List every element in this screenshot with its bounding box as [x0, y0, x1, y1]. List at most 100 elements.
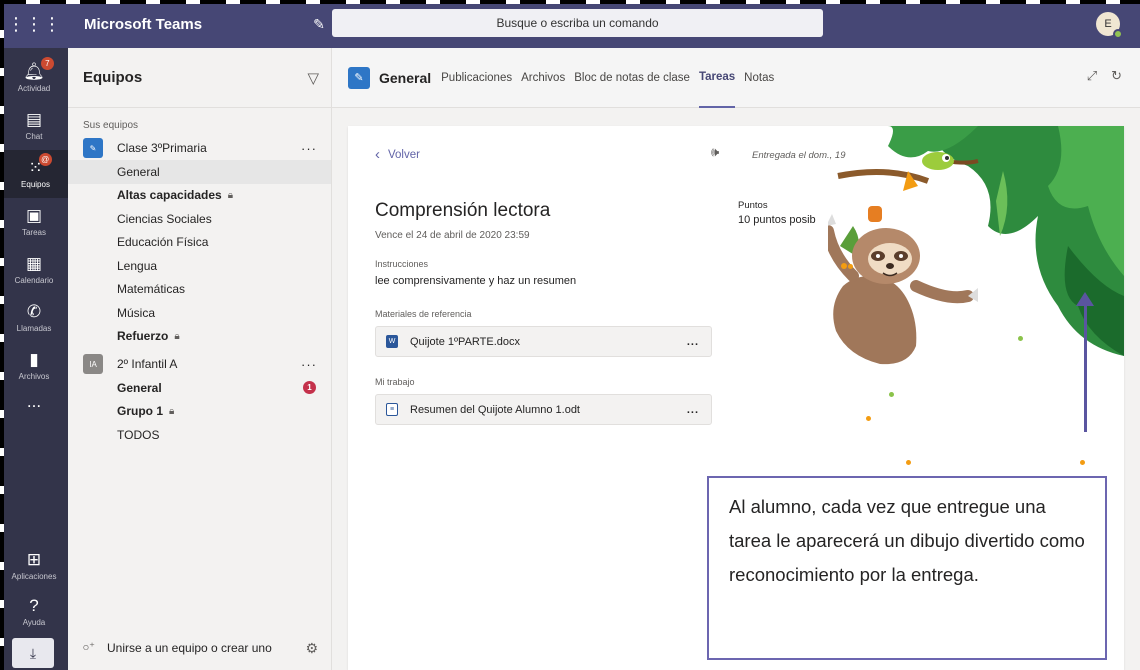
- appbar-label: Aplicaciones: [11, 572, 57, 581]
- teams-badge: @: [38, 153, 52, 166]
- confetti-dot: [1080, 460, 1085, 465]
- team-name: Clase 3ºPrimaria: [117, 141, 207, 155]
- tab-tareas[interactable]: Tareas: [698, 48, 736, 108]
- word-doc-icon: W: [386, 335, 398, 348]
- more-icon: ...: [26, 392, 42, 411]
- team-row[interactable]: IA 2º Infantil A ···: [68, 352, 331, 376]
- channel-label: Altas capacidades: [117, 188, 222, 203]
- appbar-label: Ayuda: [22, 618, 46, 627]
- file-name: Resumen del Quijote Alumno 1.odt: [410, 403, 580, 416]
- annotation-callout: Al alumno, cada vez que entregue una tar…: [707, 476, 1107, 660]
- points-value: 10 puntos posib: [738, 214, 816, 226]
- more-options-icon[interactable]: ···: [301, 357, 317, 372]
- appbar-label: Chat: [25, 132, 43, 141]
- confetti-dot: [866, 416, 871, 421]
- channel-label: TODOS: [117, 427, 160, 442]
- reference-file[interactable]: W Quijote 1ºPARTE.docx ...: [375, 326, 712, 357]
- channel-item[interactable]: General 1: [68, 376, 331, 400]
- download-app-icon[interactable]: ⤓: [12, 638, 54, 668]
- immersive-reader-icon[interactable]: 🕪︎: [711, 144, 719, 160]
- team-logo-icon: ✎: [348, 66, 370, 89]
- assignments-icon: ▣: [25, 206, 43, 225]
- tab-publicaciones[interactable]: Publicaciones: [441, 48, 512, 108]
- lock-icon: 🔒︎: [174, 330, 180, 342]
- tab-notas[interactable]: Notas: [744, 48, 774, 108]
- instructions-label: Instrucciones: [375, 259, 429, 269]
- dashed-frame-left: [0, 0, 4, 670]
- search-input[interactable]: Busque o escriba un comando: [332, 9, 823, 37]
- compose-icon[interactable]: ✎: [308, 16, 330, 33]
- lock-icon: 🔒︎: [169, 405, 175, 417]
- team-row[interactable]: ✎ Clase 3ºPrimaria ···: [68, 136, 331, 160]
- more-options-icon[interactable]: ···: [301, 141, 317, 156]
- phone-icon: ✆: [26, 302, 42, 321]
- channel-item[interactable]: Refuerzo 🔒︎: [68, 325, 331, 349]
- dashed-frame-top: [0, 0, 1140, 4]
- join-label: Unirse a un equipo o crear uno: [106, 641, 272, 655]
- app-launcher-icon[interactable]: ⋮⋮⋮: [0, 0, 68, 48]
- channel-name: General: [379, 69, 432, 86]
- help-icon: ?: [29, 596, 39, 615]
- channel-item[interactable]: Altas capacidades 🔒︎: [68, 184, 331, 208]
- appbar-item-calendar[interactable]: ▦ Calendario: [0, 246, 68, 294]
- channel-label: Música: [117, 305, 156, 320]
- appbar-label: Tareas: [21, 228, 46, 237]
- teams-icon: ⁙ @: [28, 153, 52, 177]
- bell-icon: 🔔︎ 7: [23, 57, 54, 81]
- appbar-item-teams[interactable]: ⁙ @ Equipos: [0, 150, 68, 198]
- appbar-item-activity[interactable]: 🔔︎ 7 Actividad: [0, 54, 68, 102]
- app-title: Microsoft Teams: [84, 15, 203, 33]
- channel-item[interactable]: Música: [68, 301, 331, 325]
- due-date: Vence el 24 de abril de 2020 23:59: [375, 230, 530, 241]
- refresh-icon[interactable]: ↻: [1111, 68, 1122, 84]
- gear-icon[interactable]: ⚙︎: [305, 640, 318, 657]
- avatar-initial: E: [1104, 18, 1112, 30]
- assignment-title: Comprensión lectora: [375, 200, 551, 221]
- appbar-item-help[interactable]: ? Ayuda: [0, 588, 68, 636]
- confetti-dot: [848, 264, 853, 269]
- channel-label: General: [117, 164, 160, 179]
- channel-label: Matemáticas: [117, 282, 186, 297]
- channel-item[interactable]: Lengua: [68, 254, 331, 278]
- filter-icon[interactable]: ▽: [307, 69, 319, 87]
- reference-label: Materiales de referencia: [375, 309, 472, 319]
- files-icon: ▮: [29, 350, 39, 369]
- panel-title: Equipos: [83, 69, 143, 86]
- channel-label: Lengua: [117, 258, 158, 273]
- appbar-item-assignments[interactable]: ▣ Tareas: [0, 198, 68, 246]
- file-name: Quijote 1ºPARTE.docx: [410, 335, 520, 348]
- tab-archivos[interactable]: Archivos: [521, 48, 565, 108]
- document-icon: ≡: [386, 403, 398, 416]
- team-avatar: IA: [83, 354, 103, 374]
- team-name: 2º Infantil A: [117, 357, 178, 371]
- avatar[interactable]: E: [1096, 12, 1123, 39]
- apps-icon: ⊞: [26, 550, 42, 569]
- appbar-label: Actividad: [17, 84, 51, 93]
- work-file[interactable]: ≡ Resumen del Quijote Alumno 1.odt ...: [375, 394, 712, 425]
- appbar-item-more[interactable]: ...: [0, 378, 68, 426]
- appbar-item-calls[interactable]: ✆ Llamadas: [0, 294, 68, 342]
- expand-icon[interactable]: ⤢: [1087, 68, 1097, 84]
- channel-item[interactable]: General: [68, 160, 331, 184]
- activity-badge: 7: [40, 57, 54, 70]
- channel-item[interactable]: Ciencias Sociales: [68, 207, 331, 231]
- chevron-left-icon: ‹: [375, 146, 380, 163]
- channel-item[interactable]: TODOS: [68, 423, 331, 447]
- appbar-item-chat[interactable]: ▤ Chat: [0, 102, 68, 150]
- appbar-item-apps[interactable]: ⊞ Aplicaciones: [0, 542, 68, 590]
- channel-item[interactable]: Educación Física: [68, 231, 331, 255]
- instructions-text: lee comprensivamente y haz un resumen: [375, 275, 577, 287]
- join-team-icon: ဝ⁺: [83, 641, 95, 653]
- lock-icon: 🔒︎: [227, 189, 234, 201]
- more-options-icon[interactable]: ...: [687, 404, 699, 416]
- back-button[interactable]: ‹ Volver: [375, 146, 420, 163]
- more-options-icon[interactable]: ...: [687, 336, 699, 348]
- appbar-label: Llamadas: [16, 324, 52, 333]
- tab-bloc-de-notas[interactable]: Bloc de notas de clase: [574, 48, 690, 108]
- join-team-button[interactable]: ဝ⁺ Unirse a un equipo o crear uno ⚙︎: [68, 626, 332, 670]
- channel-item[interactable]: Matemáticas: [68, 278, 331, 302]
- channel-item[interactable]: Grupo 1 🔒︎: [68, 400, 331, 424]
- appbar-label: Calendario: [14, 276, 54, 285]
- channel-label: Refuerzo: [117, 329, 169, 344]
- top-bar: ⋮⋮⋮ Microsoft Teams ✎ Busque o escriba u…: [0, 0, 1140, 48]
